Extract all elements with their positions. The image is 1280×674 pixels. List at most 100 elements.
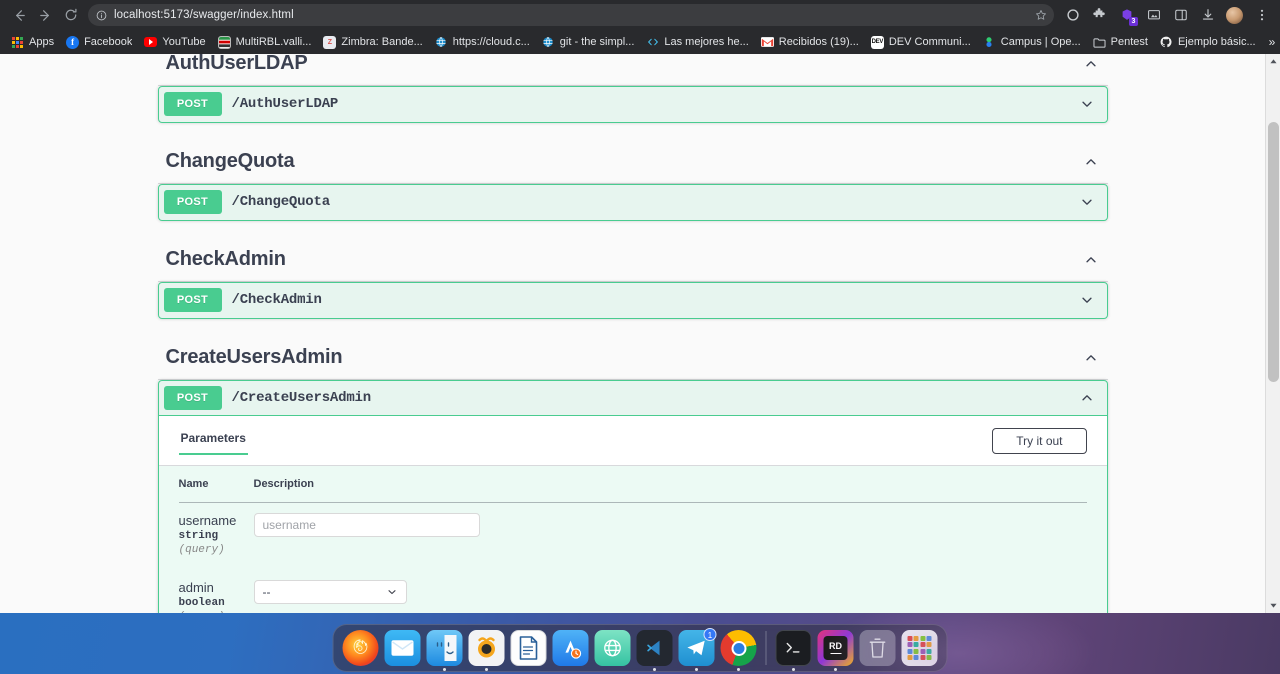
bookmark-apps[interactable]: Apps [5,34,60,51]
bookmark-label: DEV Communi... [888,36,971,48]
chevron-up-icon[interactable] [1078,389,1096,407]
extension-puzzle-icon[interactable] [1087,3,1112,28]
site-info-icon[interactable] [96,10,107,21]
tag-header-createusersadmin[interactable]: CreateUsersAdmin [157,334,1108,380]
operation-createusersadmin[interactable]: POST /CreateUsersAdmin Parameters Try it… [157,380,1108,613]
bookmark-facebook[interactable]: f Facebook [60,34,138,51]
app-store-icon[interactable] [552,630,589,666]
page-scrollbar[interactable] [1265,54,1280,613]
dock-item-app-store[interactable] [552,630,589,666]
chevron-down-icon[interactable] [1078,95,1096,113]
dock-item-firefox[interactable] [342,630,379,666]
scroll-up-arrow-icon[interactable] [1266,54,1280,69]
tag-header-authuserldap[interactable]: AuthUserLDAP [157,54,1108,86]
split-view-icon[interactable] [1168,3,1193,28]
bookmarks-overflow-button[interactable]: » [1262,33,1280,51]
bookmark-pentest-folder[interactable]: Pentest [1087,34,1154,51]
bookmark-las-mejores[interactable]: Las mejores he... [640,34,754,51]
trash-icon[interactable] [859,630,896,666]
admin-select[interactable]: -- [253,580,407,604]
chevron-up-icon[interactable] [1082,349,1100,367]
operation-checkadmin[interactable]: POST /CheckAdmin [157,282,1108,319]
forward-arrow-icon[interactable] [32,2,58,28]
extension-purple-icon[interactable]: 3 [1114,3,1139,28]
reload-icon[interactable] [58,2,84,28]
media-cast-icon[interactable] [1141,3,1166,28]
dock-item-web-browser[interactable] [594,630,631,666]
tag-header-checkadmin[interactable]: CheckAdmin [157,236,1108,282]
parameters-table-wrapper: Name Description username string (query)… [158,466,1107,613]
bookmark-zimbra[interactable]: Z Zimbra: Bande... [317,34,428,51]
document-icon[interactable] [510,630,547,666]
chrome-icon[interactable] [720,630,757,666]
operation-summary[interactable]: POST /AuthUserLDAP [159,87,1107,122]
scrollbar-thumb[interactable] [1268,122,1279,382]
bookmark-git[interactable]: git - the simpl... [536,34,641,51]
back-arrow-icon[interactable] [6,2,32,28]
bookmark-label: Ejemplo básic... [1177,36,1256,48]
bookmark-label: Pentest [1110,36,1148,48]
dock-item-app-grid[interactable] [901,630,938,666]
bookmark-multirbl[interactable]: MultiRBL.valli... [212,34,318,51]
chevron-up-icon[interactable] [1082,251,1100,269]
chevron-up-icon[interactable] [1082,55,1100,73]
dock-item-timeshift[interactable] [468,630,505,671]
browser-chrome: localhost:5173/swagger/index.html 3 Apps… [0,0,1280,54]
vs-code-icon[interactable] [636,630,673,666]
bookmark-dev-community[interactable]: DEV DEV Communi... [865,34,977,51]
firefox-icon[interactable] [342,630,379,666]
bookmark-campus[interactable]: Campus | Ope... [977,34,1087,51]
bookmark-star-icon[interactable] [1035,9,1047,21]
tag-name: CreateUsersAdmin [165,346,343,368]
dock-item-telegram[interactable]: 1 [678,628,717,671]
profile-circle-icon[interactable] [1060,3,1085,28]
apps-grid-icon [11,36,24,49]
chevron-down-icon[interactable] [1078,291,1096,309]
dock-item-rider[interactable]: RD [817,630,854,671]
account-avatar[interactable] [1222,3,1247,28]
bookmark-youtube[interactable]: YouTube [138,34,211,51]
app-grid-icon[interactable] [901,630,938,666]
parameters-tab-group: Parameters [178,427,248,455]
rider-icon[interactable]: RD [817,630,854,666]
timeshift-icon[interactable] [468,630,505,666]
extension-badge-count: 3 [1129,16,1138,26]
dock-item-libreoffice-writer[interactable] [510,630,547,666]
operation-path: /CheckAdmin [231,292,322,308]
dock-item-google-chrome[interactable] [720,630,757,671]
web-browser-icon[interactable] [594,630,631,666]
dock-item-trash[interactable] [859,630,896,666]
chevron-up-icon[interactable] [1082,153,1100,171]
operation-path: /AuthUserLDAP [231,96,339,112]
operation-changequota[interactable]: POST /ChangeQuota [157,184,1108,221]
campus-icon [983,36,996,49]
globe-icon [435,36,448,49]
operation-summary[interactable]: POST /CreateUsersAdmin [158,381,1107,416]
bookmark-ejemplo-basico[interactable]: Ejemplo básic... [1154,34,1262,51]
bookmark-label: Recibidos (19)... [778,36,859,48]
dock-item-terminal[interactable] [775,630,812,671]
operation-summary[interactable]: POST /CheckAdmin [159,283,1107,318]
bookmark-cloud[interactable]: https://cloud.c... [429,34,536,51]
username-input[interactable] [253,513,480,537]
chevron-down-icon[interactable] [1078,193,1096,211]
address-bar[interactable]: localhost:5173/swagger/index.html [88,4,1054,26]
scroll-down-arrow-icon[interactable] [1266,598,1280,613]
chrome-menu-icon[interactable] [1249,3,1274,28]
column-header-description: Description [253,466,1087,503]
dock-item-vs-code[interactable] [636,630,673,671]
mail-icon[interactable] [384,630,421,666]
finder-icon[interactable] [426,630,463,666]
bookmark-gmail[interactable]: Recibidos (19)... [755,34,865,51]
terminal-icon[interactable] [775,630,812,666]
downloads-icon[interactable] [1195,3,1220,28]
dock-item-mail[interactable] [384,630,421,666]
dock-item-finder[interactable] [426,630,463,671]
parameter-input-cell: -- [253,570,1087,613]
tab-parameters[interactable]: Parameters [178,427,248,455]
tag-header-changequota[interactable]: ChangeQuota [157,138,1108,184]
try-it-out-button[interactable]: Try it out [992,427,1087,454]
github-icon [1160,36,1173,49]
operation-summary[interactable]: POST /ChangeQuota [159,185,1107,220]
operation-authuserldap[interactable]: POST /AuthUserLDAP [157,86,1108,123]
